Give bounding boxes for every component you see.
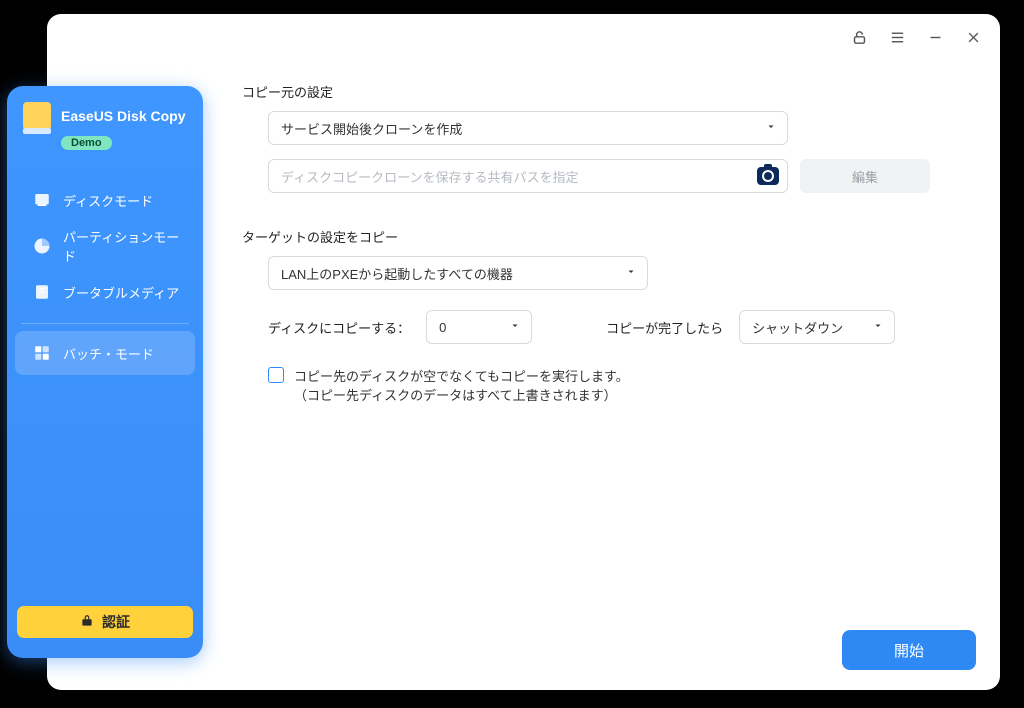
bootable-icon (33, 283, 51, 301)
clone-timing-value: サービス開始後クローンを作成 (281, 119, 462, 138)
share-path-placeholder: ディスクコピークローンを保存する共有パスを指定 (281, 167, 578, 186)
sidebar-divider (21, 323, 189, 324)
share-path-input[interactable]: ディスクコピークローンを保存する共有パスを指定 (268, 159, 788, 193)
app-logo-icon (23, 102, 51, 130)
lock-icon (80, 614, 94, 631)
brand-title: EaseUS Disk Copy (61, 108, 186, 124)
sidebar-item-bootable-media[interactable]: ブータブルメディア (15, 270, 195, 314)
sidebar-nav: ディスクモード パーティションモード ブータブルメディア バッチ・モード (7, 177, 203, 376)
chevron-down-icon (872, 320, 884, 335)
clone-timing-select[interactable]: サービス開始後クローンを作成 (268, 111, 788, 145)
window-titlebar (850, 28, 982, 46)
after-copy-value: シャットダウン (752, 318, 843, 337)
sidebar-item-label: ブータブルメディア (63, 283, 179, 302)
target-section: ターゲットの設定をコピー LAN上のPXEから起動したすべての機器 ディスクにコ… (240, 227, 978, 404)
verify-button-label: 認証 (102, 612, 130, 632)
sidebar-item-label: パーティションモード (63, 227, 189, 265)
force-copy-line1: コピー先のディスクが空でなくてもコピーを実行します。 (294, 369, 629, 384)
lock-icon[interactable] (850, 28, 868, 46)
edit-button-label: 編集 (852, 167, 878, 186)
start-button[interactable]: 開始 (842, 630, 976, 670)
partition-icon (33, 237, 51, 255)
camera-icon[interactable] (757, 167, 779, 185)
batch-icon (33, 344, 51, 362)
target-scope-select[interactable]: LAN上のPXEから起動したすべての機器 (268, 256, 648, 290)
verify-button[interactable]: 認証 (17, 606, 193, 638)
force-copy-text: コピー先のディスクが空でなくてもコピーを実行します。 （コピー先ディスクのデータ… (294, 366, 629, 404)
copy-to-select[interactable]: 0 (426, 310, 532, 344)
target-scope-value: LAN上のPXEから起動したすべての機器 (281, 264, 513, 283)
sidebar-item-label: バッチ・モード (63, 344, 154, 363)
chevron-down-icon (509, 320, 521, 335)
force-copy-checkbox[interactable] (268, 367, 284, 383)
source-section-title: コピー元の設定 (242, 82, 978, 101)
copy-to-value: 0 (439, 320, 446, 335)
target-section-title: ターゲットの設定をコピー (242, 227, 978, 246)
sidebar: EaseUS Disk Copy Demo ディスクモード パーティションモード… (7, 86, 203, 658)
sidebar-item-disk-mode[interactable]: ディスクモード (15, 178, 195, 222)
chevron-down-icon (765, 121, 777, 136)
force-copy-line2: （コピー先ディスクのデータはすべて上書きされます） (294, 385, 629, 404)
sidebar-item-batch-mode[interactable]: バッチ・モード (15, 331, 195, 375)
close-icon[interactable] (964, 28, 982, 46)
demo-badge: Demo (61, 136, 112, 150)
start-button-label: 開始 (894, 640, 924, 661)
menu-icon[interactable] (888, 28, 906, 46)
minimize-icon[interactable] (926, 28, 944, 46)
after-copy-select[interactable]: シャットダウン (739, 310, 895, 344)
chevron-down-icon (625, 266, 637, 281)
after-copy-label: コピーが完了したら (606, 318, 723, 337)
force-copy-row: コピー先のディスクが空でなくてもコピーを実行します。 （コピー先ディスクのデータ… (268, 366, 978, 404)
disk-icon (33, 191, 51, 209)
main-content: コピー元の設定 サービス開始後クローンを作成 ディスクコピークローンを保存する共… (240, 82, 978, 668)
brand: EaseUS Disk Copy (7, 96, 203, 132)
edit-button[interactable]: 編集 (800, 159, 930, 193)
source-section: コピー元の設定 サービス開始後クローンを作成 ディスクコピークローンを保存する共… (240, 82, 978, 193)
copy-to-label: ディスクにコピーする： (268, 318, 410, 337)
sidebar-item-partition-mode[interactable]: パーティションモード (15, 224, 195, 268)
sidebar-item-label: ディスクモード (63, 191, 153, 210)
